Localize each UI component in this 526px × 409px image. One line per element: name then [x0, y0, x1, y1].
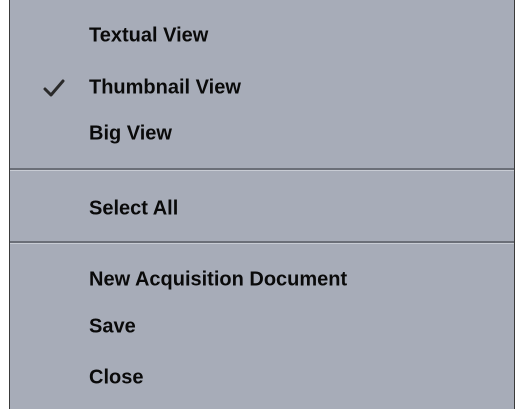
- menu-item-textual-view[interactable]: Textual View: [10, 16, 514, 56]
- menu-separator: [10, 241, 514, 244]
- menu-item-select-all[interactable]: Select All: [10, 189, 514, 229]
- menu-item-label: Big View: [89, 122, 172, 145]
- menu-item-label: Thumbnail View: [89, 76, 241, 99]
- menu-item-label: Textual View: [89, 24, 209, 47]
- menu-item-label: Select All: [89, 197, 179, 220]
- menu-item-big-view[interactable]: Big View: [10, 114, 514, 154]
- menu-item-label: Close: [89, 366, 144, 389]
- checkmark-icon: [43, 79, 65, 97]
- menu-item-label: Save: [89, 315, 136, 338]
- menu-separator: [10, 168, 514, 171]
- menu-item-new-acquisition-document[interactable]: New Acquisition Document: [10, 260, 514, 300]
- menu-item-save[interactable]: Save: [10, 307, 514, 347]
- context-menu: Textual View Thumbnail View Big View Sel…: [9, 0, 515, 409]
- menu-item-label: New Acquisition Document: [89, 268, 348, 291]
- menu-item-close[interactable]: Close: [10, 358, 514, 398]
- menu-item-thumbnail-view[interactable]: Thumbnail View: [10, 68, 514, 108]
